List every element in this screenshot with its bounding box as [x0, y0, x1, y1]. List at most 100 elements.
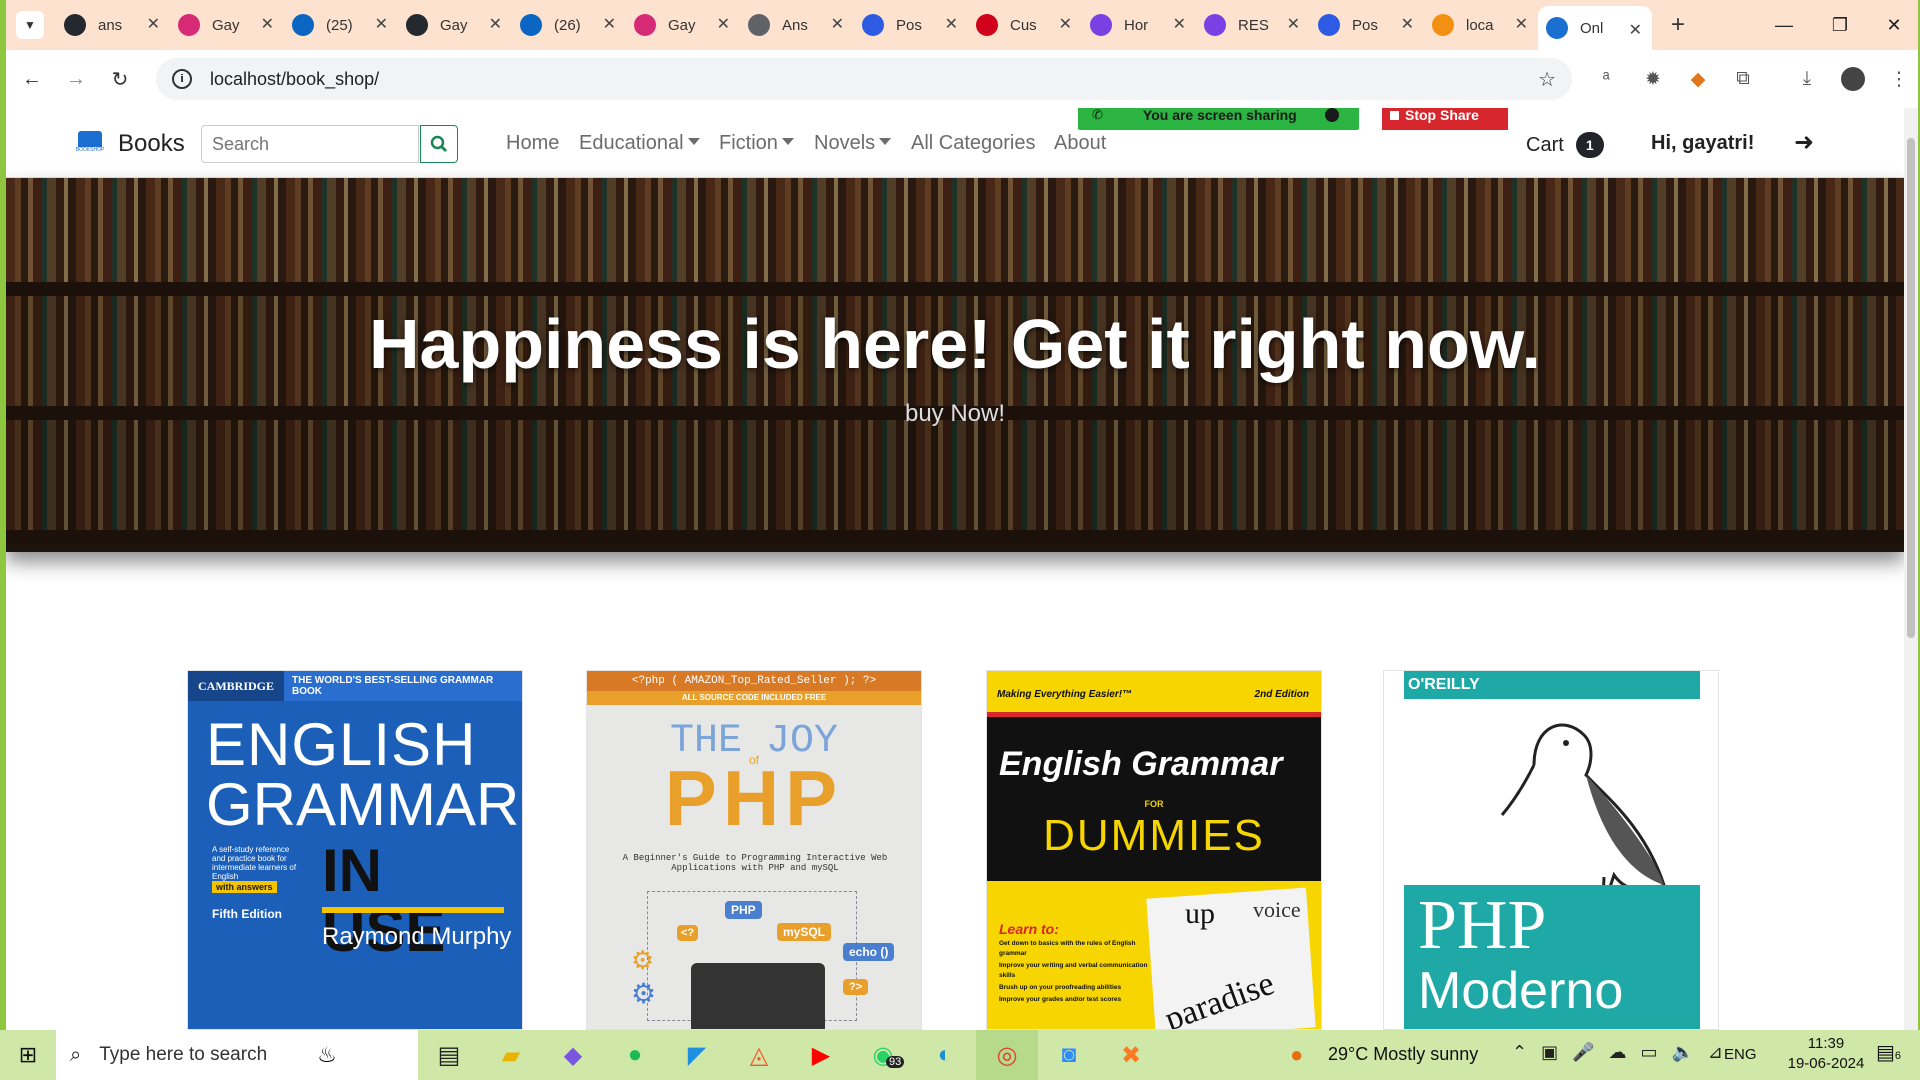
nav-fiction[interactable]: Fiction — [719, 132, 794, 155]
restore-button[interactable]: ❐ — [1812, 0, 1868, 50]
taskbar-search[interactable]: ⌕ Type here to search ♨ — [56, 1030, 418, 1080]
book-card-english-grammar-for-dummies[interactable]: Making Everything Easier!™ 2nd Edition E… — [986, 670, 1322, 1030]
close-tab-icon[interactable]: ✕ — [717, 14, 730, 34]
search-input[interactable] — [201, 125, 419, 163]
zoom-icon[interactable]: ◙ — [1038, 1030, 1100, 1080]
url-text[interactable]: localhost/book_shop/ — [210, 69, 379, 90]
site-brand[interactable]: BOOKSHOP Books — [76, 130, 185, 158]
close-tab-icon[interactable]: ✕ — [261, 14, 274, 34]
language-indicator[interactable]: ENG — [1724, 1046, 1757, 1063]
profile-avatar[interactable] — [1836, 62, 1870, 96]
chrome-icon[interactable]: ◎ — [976, 1030, 1038, 1080]
scrollbar-thumb[interactable] — [1907, 138, 1915, 638]
close-tab-icon[interactable]: ✕ — [1287, 14, 1300, 34]
stop-icon — [1390, 110, 1399, 120]
address-bar[interactable]: i localhost/book_shop/ ☆ — [156, 58, 1572, 100]
new-tab-button[interactable]: + — [1660, 11, 1696, 39]
forward-icon[interactable]: → — [58, 61, 94, 97]
close-tab-icon[interactable]: ✕ — [147, 14, 160, 34]
cart-link[interactable]: Cart 1 — [1526, 132, 1604, 158]
book-cover[interactable]: O'REILLY PHP Moderno — [1384, 671, 1718, 1029]
bullet-item: Improve your grades and/or test scores — [999, 996, 1122, 1003]
web-page: BOOKSHOP Books Home Educational Fiction … — [6, 108, 1904, 1030]
hero-subtitle[interactable]: buy Now! — [6, 400, 1904, 428]
download-icon[interactable]: ⤓ — [1790, 62, 1824, 96]
browser-menu-icon[interactable]: ⋮ — [1882, 62, 1916, 96]
close-tab-icon[interactable]: ✕ — [1059, 14, 1072, 34]
tab-search-button[interactable]: ▼ — [16, 11, 44, 39]
book-cover[interactable]: CAMBRIDGE THE WORLD'S BEST-SELLING GRAMM… — [188, 671, 522, 1029]
book-card-php-moderno[interactable]: O'REILLY PHP Moderno — [1383, 670, 1719, 1030]
browser-tab[interactable]: (26) ✕ — [512, 0, 626, 50]
close-window-button[interactable]: ✕ — [1866, 0, 1920, 50]
browser-tab[interactable]: Onl ✕ — [1538, 6, 1652, 50]
logout-icon[interactable]: ➜ — [1794, 128, 1814, 157]
extensions-puzzle-icon[interactable]: ⧉ — [1726, 62, 1760, 96]
stop-share-button[interactable]: Stop Share — [1382, 108, 1508, 130]
browser-tab[interactable]: Pos ✕ — [854, 0, 968, 50]
weather-text[interactable]: 29°C Mostly sunny — [1328, 1044, 1478, 1065]
close-tab-icon[interactable]: ✕ — [1515, 14, 1528, 34]
search-button[interactable] — [420, 125, 458, 163]
metamask-extension-icon[interactable]: ◆ — [1681, 62, 1715, 96]
close-tab-icon[interactable]: ✕ — [945, 14, 958, 34]
user-greeting[interactable]: Hi, gayatri! — [1651, 132, 1754, 155]
site-navbar: BOOKSHOP Books Home Educational Fiction … — [6, 108, 1904, 178]
book-card-english-grammar-in-use[interactable]: CAMBRIDGE THE WORLD'S BEST-SELLING GRAMM… — [187, 670, 523, 1030]
nav-home[interactable]: Home — [506, 132, 559, 155]
browser-tab[interactable]: Gay ✕ — [626, 0, 740, 50]
site-info-icon[interactable]: i — [172, 69, 192, 89]
vscode-icon[interactable]: ◤ — [666, 1030, 728, 1080]
edge-icon[interactable]: ◐ — [914, 1030, 976, 1080]
spotify-icon[interactable]: ● — [604, 1030, 666, 1080]
hero-banner: Happiness is here! Get it right now. buy… — [6, 178, 1904, 552]
browser-tab[interactable]: Ans ✕ — [740, 0, 854, 50]
book-card-joy-of-php[interactable]: <?php ( AMAZON_Top_Rated_Seller ); ?> AL… — [586, 670, 922, 1030]
bug-extension-icon[interactable]: ✹ — [1636, 62, 1670, 96]
close-tab-icon[interactable]: ✕ — [1173, 14, 1186, 34]
copilot-icon[interactable]: ◆ — [542, 1030, 604, 1080]
close-tab-icon[interactable]: ✕ — [603, 14, 616, 34]
nav-novels[interactable]: Novels — [814, 132, 892, 155]
tab-title: Gay — [212, 16, 240, 34]
back-icon[interactable]: ← — [14, 61, 50, 97]
github-icon — [64, 14, 86, 36]
clock[interactable]: 11:39 19-06-2024 — [1784, 1034, 1868, 1074]
tab-title: Pos — [896, 16, 922, 34]
nav-educational[interactable]: Educational — [579, 132, 700, 155]
browser-tab[interactable]: Cus ✕ — [968, 0, 1082, 50]
book-cover[interactable]: <?php ( AMAZON_Top_Rated_Seller ); ?> AL… — [587, 671, 921, 1029]
browser-tab[interactable]: Pos ✕ — [1310, 0, 1424, 50]
nav-about[interactable]: About — [1054, 132, 1106, 155]
browser-tab[interactable]: Gay ✕ — [398, 0, 512, 50]
browser-tab[interactable]: ans ✕ — [56, 0, 170, 50]
close-tab-icon[interactable]: ✕ — [489, 14, 502, 34]
close-tab-icon[interactable]: ✕ — [831, 14, 844, 34]
brave-icon[interactable]: ◬ — [728, 1030, 790, 1080]
task-view-icon[interactable]: ▤ — [418, 1030, 480, 1080]
browser-tab[interactable]: (25) ✕ — [284, 0, 398, 50]
bookmark-star-icon[interactable]: ☆ — [1538, 67, 1556, 92]
close-tab-icon[interactable]: ✕ — [1401, 14, 1414, 34]
browser-tab[interactable]: RES ✕ — [1196, 0, 1310, 50]
book-cover[interactable]: Making Everything Easier!™ 2nd Edition E… — [987, 671, 1321, 1029]
weather-sun-icon[interactable]: ● — [1290, 1042, 1303, 1068]
reload-icon[interactable]: ↻ — [102, 61, 138, 97]
page-scrollbar[interactable] — [1904, 108, 1918, 1030]
file-explorer-icon[interactable]: ▰ — [480, 1030, 542, 1080]
browser-tab[interactable]: loca ✕ — [1424, 0, 1538, 50]
minimize-button[interactable]: — — [1756, 0, 1812, 50]
nav-all-categories[interactable]: All Categories — [911, 132, 1036, 155]
close-tab-icon[interactable]: ✕ — [375, 14, 388, 34]
close-tab-icon[interactable]: ✕ — [1629, 20, 1642, 40]
system-tray-icons[interactable]: ⌃▣🎤☁▭🔈⊿ — [1512, 1042, 1737, 1063]
windows-start-icon[interactable]: ⊞ — [0, 1030, 56, 1080]
whatsapp-icon[interactable]: ◉ 93 — [852, 1030, 914, 1080]
browser-tab[interactable]: Gay ✕ — [170, 0, 284, 50]
brand-name[interactable]: Books — [118, 130, 185, 158]
youtube-icon[interactable]: ▶ — [790, 1030, 852, 1080]
xampp-icon[interactable]: ✖ — [1100, 1030, 1162, 1080]
translate-extension-icon[interactable]: ᵃ — [1589, 62, 1623, 96]
notification-center-icon[interactable]: ▤6 — [1876, 1040, 1901, 1065]
browser-tab[interactable]: Hor ✕ — [1082, 0, 1196, 50]
